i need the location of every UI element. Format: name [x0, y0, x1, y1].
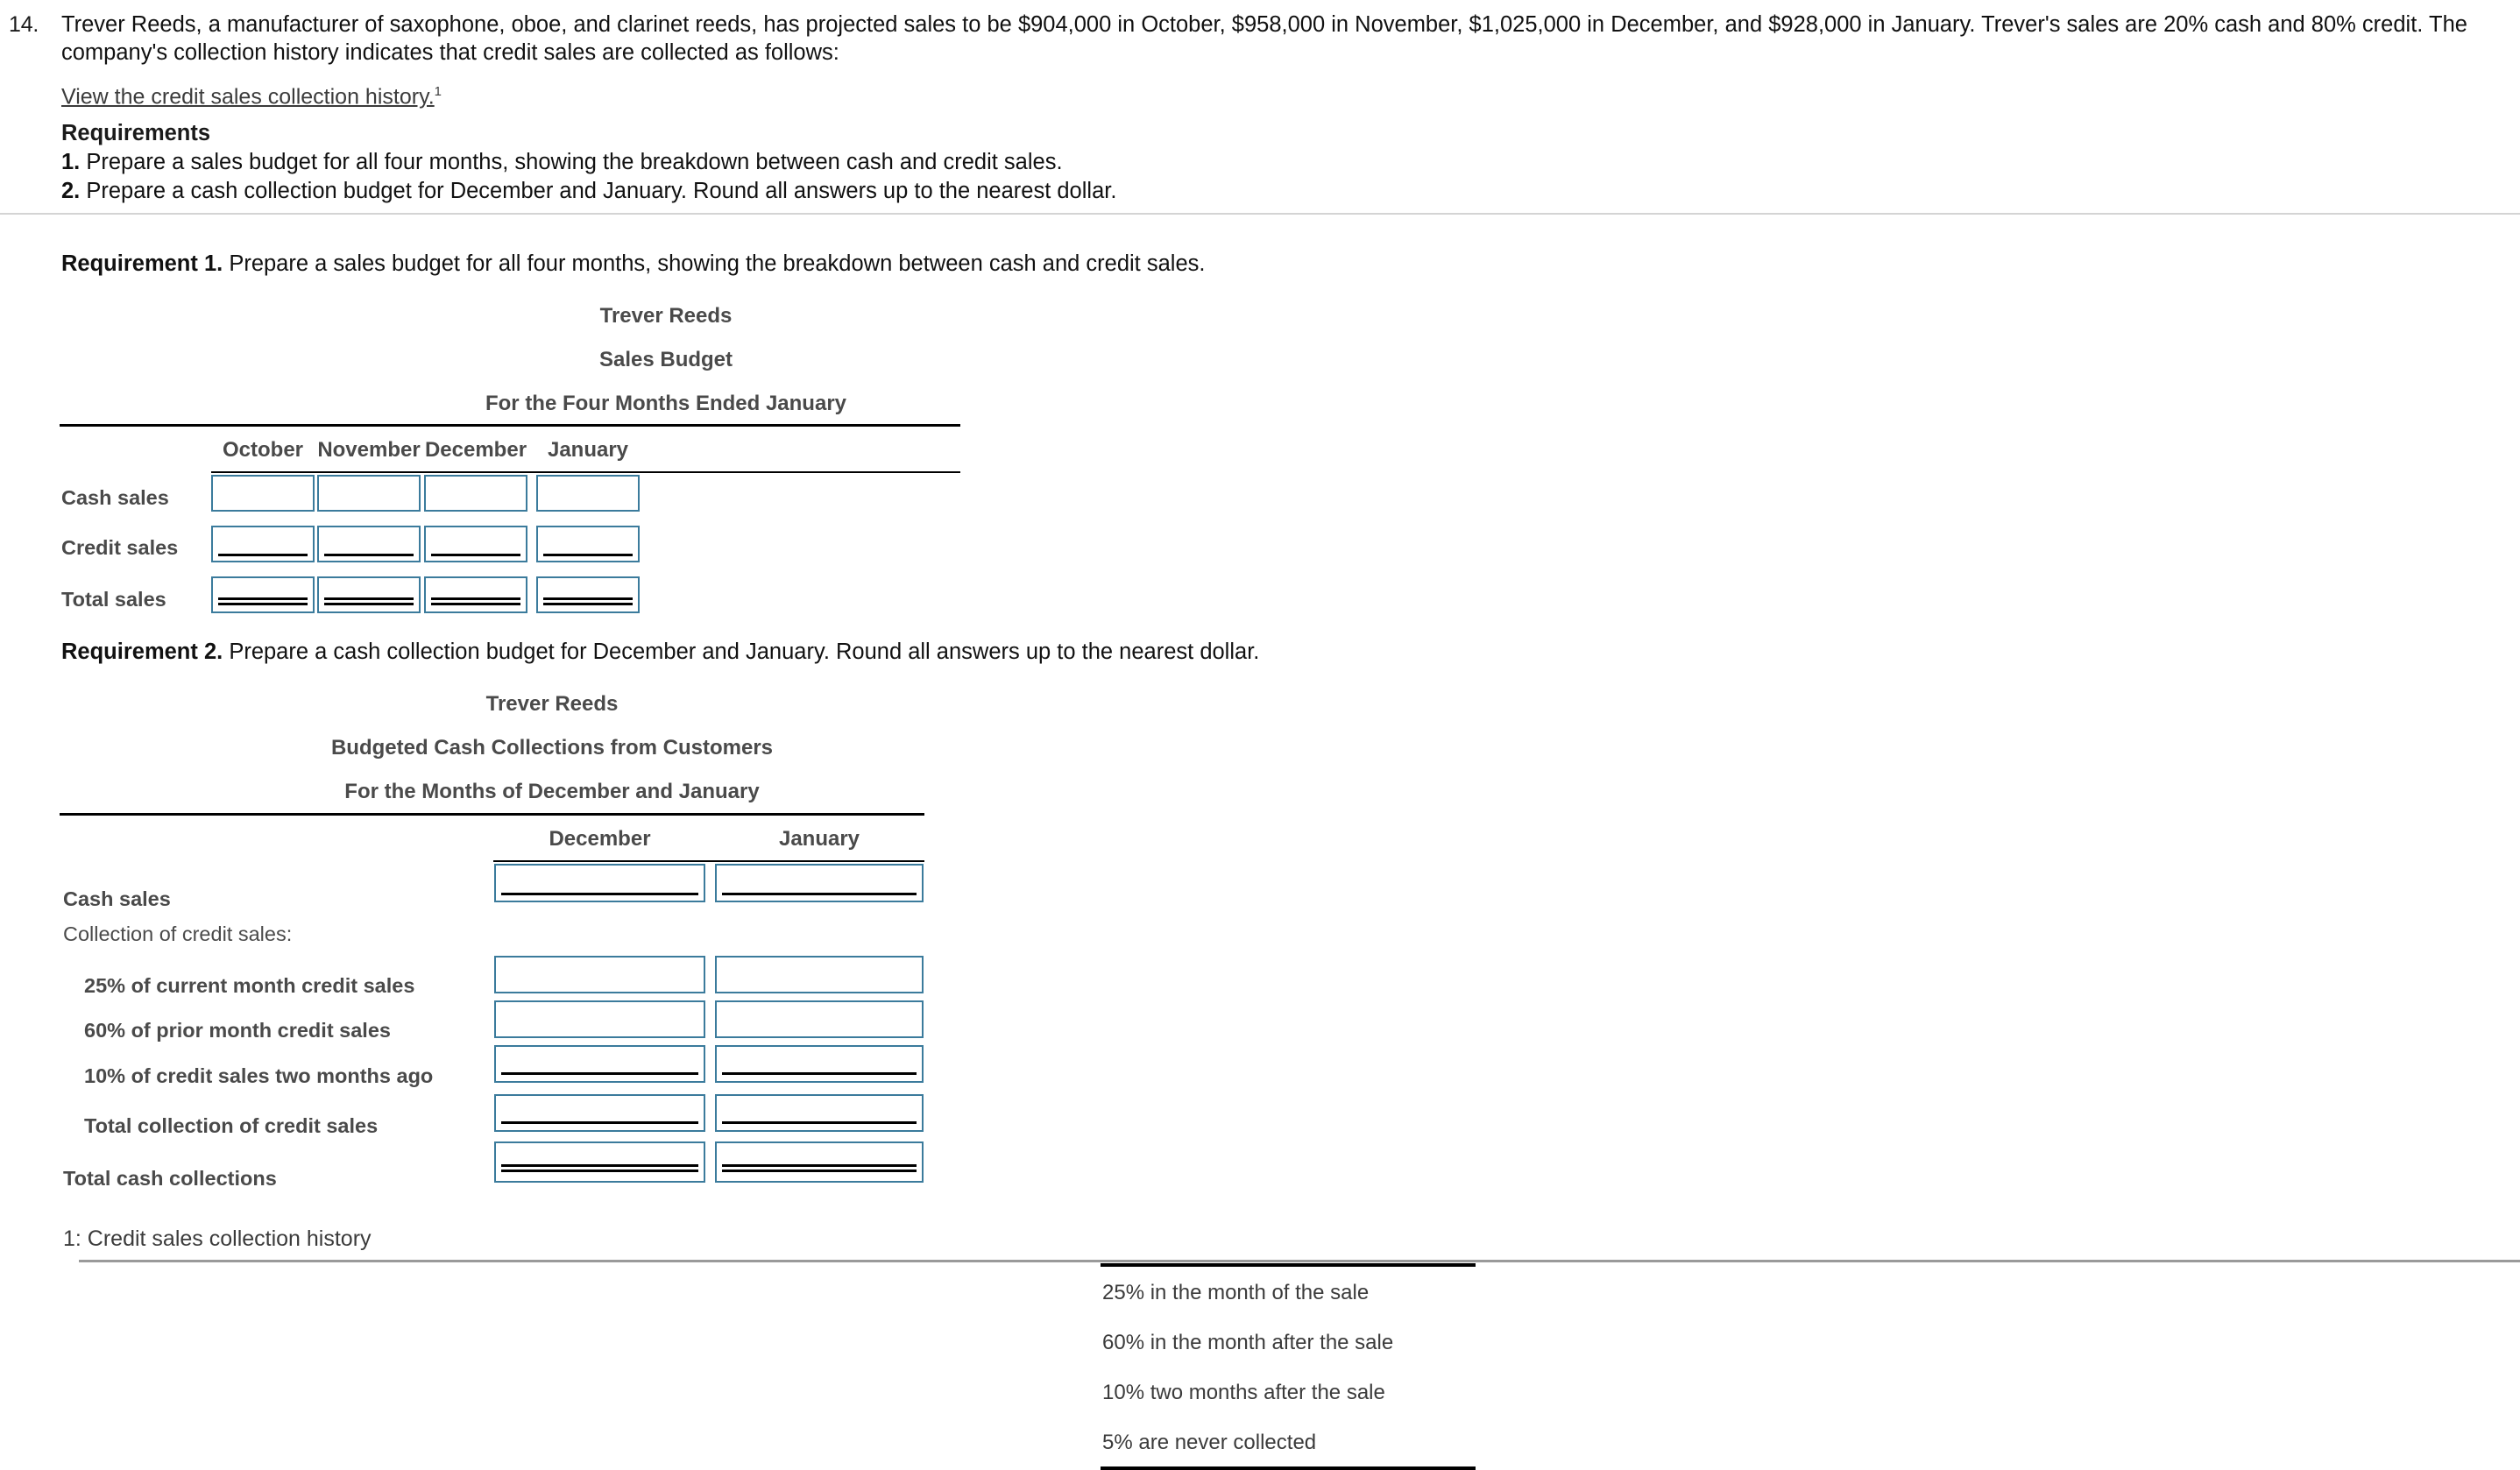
view-history-link-label: View the credit sales collection history…	[61, 84, 435, 110]
cash-collections-row-label-60-percent-prior-month: 60% of prior month credit sales	[84, 1019, 391, 1042]
requirement-1-text: Prepare a sales budget for all four mont…	[86, 150, 1063, 174]
cash-collections-row-label-total-cash-collections: Total cash collections	[63, 1167, 277, 1190]
sales-budget-input-cash-sales-december[interactable]	[424, 475, 527, 512]
footnote-box-bottom-rule	[1101, 1466, 1476, 1470]
cash-collections-row-label-total-collection-of-credit-sales: Total collection of credit sales	[84, 1114, 379, 1137]
cash-collections-input-total-cash-collections-january[interactable]	[715, 1141, 924, 1183]
footnote-item-1: 25% in the month of the sale	[1102, 1281, 1370, 1304]
cash-collections-input-10-percent-january[interactable]	[715, 1045, 924, 1083]
cash-collections-input-total-cash-collections-december[interactable]	[494, 1141, 705, 1183]
sales-budget-row-label-credit-sales: Credit sales	[61, 536, 179, 559]
problem-number: 14.	[9, 12, 39, 37]
sales-budget-row-label-cash-sales: Cash sales	[61, 486, 169, 509]
sales-budget-input-credit-sales-october[interactable]	[211, 526, 315, 562]
cash-collections-input-60-percent-january[interactable]	[715, 1000, 924, 1038]
sales-budget-input-cash-sales-october[interactable]	[211, 475, 315, 512]
footnote-item-3: 10% two months after the sale	[1102, 1381, 1385, 1404]
cash-collections-top-rule	[60, 813, 924, 816]
cash-collections-row-label-25-percent-current-month: 25% of current month credit sales	[84, 974, 415, 997]
cash-collections-row-label-cash-sales: Cash sales	[63, 887, 171, 910]
footnote-marker: 1	[434, 84, 442, 99]
sales-budget-input-credit-sales-january[interactable]	[536, 526, 640, 562]
requirement-2-line: 2. Prepare a cash collection budget for …	[61, 177, 1116, 206]
problem-paragraph-text: Trever Reeds, a manufacturer of saxophon…	[61, 12, 2467, 65]
requirement-1-heading-text: Prepare a sales budget for all four mont…	[229, 251, 1206, 276]
cash-collections-input-cash-sales-january[interactable]	[715, 864, 924, 902]
sales-budget-column-header-november: November	[317, 438, 421, 462]
cash-collections-column-header-december: December	[549, 827, 651, 851]
sales-budget-input-total-sales-october[interactable]	[211, 576, 315, 613]
sales-budget-company: Trever Reeds	[599, 304, 733, 328]
cash-collections-input-25-percent-january[interactable]	[715, 956, 924, 993]
requirement-1-number: 1.	[61, 150, 81, 174]
sales-budget-column-header-december: December	[424, 438, 527, 462]
sales-budget-title: Sales Budget	[598, 348, 733, 371]
footnote-title: 1: Credit sales collection history	[63, 1226, 372, 1251]
footnote-divider	[79, 1260, 2520, 1262]
cash-collections-input-25-percent-december[interactable]	[494, 956, 705, 993]
requirement-2-heading-text: Prepare a cash collection budget for Dec…	[229, 640, 1260, 664]
footnote-item-2: 60% in the month after the sale	[1102, 1331, 1394, 1354]
sales-budget-input-credit-sales-december[interactable]	[424, 526, 527, 562]
sales-budget-input-credit-sales-november[interactable]	[317, 526, 421, 562]
view-credit-sales-collection-history-link[interactable]: View the credit sales collection history…	[61, 84, 442, 110]
requirement-2-heading-label: Requirement 2.	[61, 640, 223, 664]
cash-collections-row-label-collection-of-credit-sales: Collection of credit sales:	[63, 922, 293, 945]
cash-collections-input-60-percent-december[interactable]	[494, 1000, 705, 1038]
section-divider	[0, 213, 2520, 215]
requirement-1-heading: Requirement 1. Prepare a sales budget fo…	[61, 251, 1205, 277]
cash-collections-row-label-10-percent-two-months-ago: 10% of credit sales two months ago	[84, 1064, 434, 1087]
sales-budget-input-cash-sales-january[interactable]	[536, 475, 640, 512]
requirement-2-number: 2.	[61, 179, 81, 203]
cash-collections-title: Budgeted Cash Collections from Customers	[330, 736, 774, 760]
problem-paragraph: Trever Reeds, a manufacturer of saxophon…	[61, 11, 2506, 67]
sales-budget-input-total-sales-january[interactable]	[536, 576, 640, 613]
sales-budget-column-header-january: January	[547, 438, 629, 462]
sales-budget-top-rule	[60, 424, 960, 427]
requirement-2-text: Prepare a cash collection budget for Dec…	[86, 179, 1117, 203]
cash-collections-input-total-credit-collection-december[interactable]	[494, 1094, 705, 1132]
requirement-2-heading: Requirement 2. Prepare a cash collection…	[61, 640, 1259, 665]
cash-collections-input-total-credit-collection-january[interactable]	[715, 1094, 924, 1132]
sales-budget-input-cash-sales-november[interactable]	[317, 475, 421, 512]
sales-budget-input-total-sales-december[interactable]	[424, 576, 527, 613]
cash-collections-header-rule	[493, 860, 924, 862]
sales-budget-header-rule	[211, 471, 960, 473]
credit-sales-collection-history-box: 25% in the month of the sale 60% in the …	[1101, 1263, 1476, 1470]
sales-budget-input-total-sales-november[interactable]	[317, 576, 421, 613]
requirements-block: Requirements 1. Prepare a sales budget f…	[61, 119, 1116, 206]
requirements-title: Requirements	[61, 121, 211, 145]
footnote-item-4: 5% are never collected	[1102, 1431, 1317, 1454]
sales-budget-row-label-total-sales: Total sales	[61, 588, 166, 611]
requirement-1-line: 1. Prepare a sales budget for all four m…	[61, 148, 1116, 177]
sales-budget-period: For the Four Months Ended January	[485, 392, 847, 415]
cash-collections-company: Trever Reeds	[485, 692, 619, 716]
requirement-1-heading-label: Requirement 1.	[61, 251, 223, 276]
cash-collections-period: For the Months of December and January	[344, 780, 760, 803]
sales-budget-column-header-october: October	[222, 438, 303, 462]
cash-collections-input-cash-sales-december[interactable]	[494, 864, 705, 902]
cash-collections-column-header-january: January	[778, 827, 860, 851]
cash-collections-input-10-percent-december[interactable]	[494, 1045, 705, 1083]
